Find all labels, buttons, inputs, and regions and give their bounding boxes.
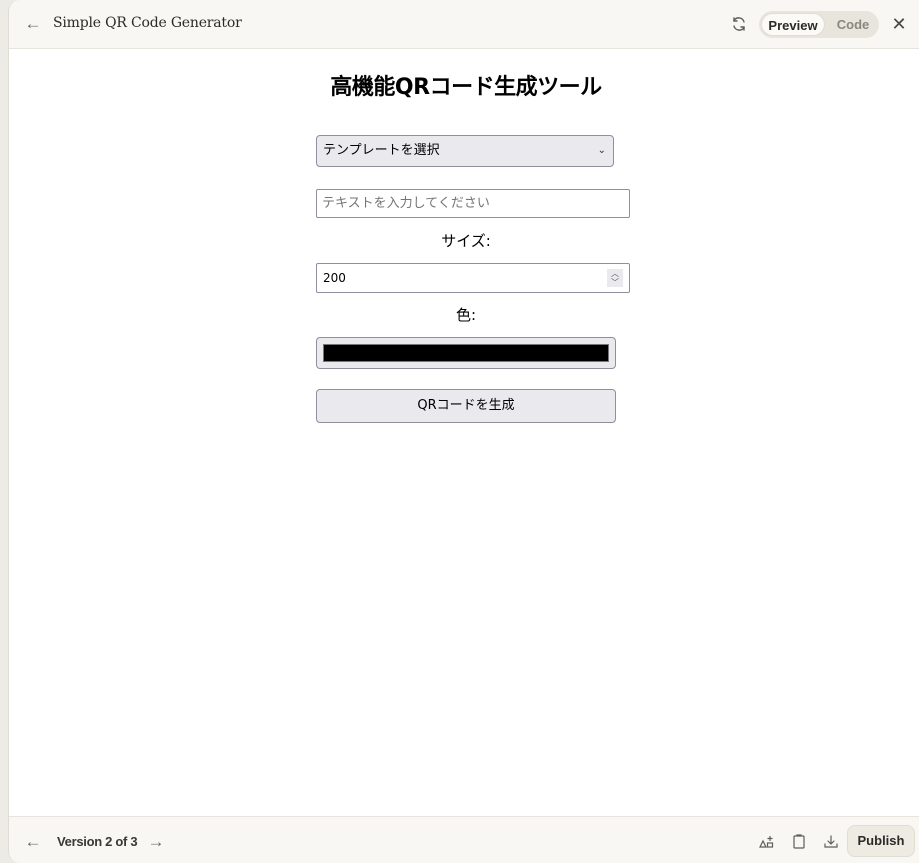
arrow-left-icon: ← (24, 832, 42, 851)
template-select-value: テンプレートを選択 (323, 143, 440, 158)
copy-button[interactable] (789, 832, 809, 852)
shapes-icon (759, 836, 774, 848)
publish-button[interactable]: Publish (847, 825, 915, 857)
arrow-right-icon: → (147, 832, 165, 851)
next-version-button[interactable]: → (146, 832, 166, 852)
text-input-placeholder: テキストを入力してください (322, 196, 490, 211)
number-spinner[interactable]: ︿ ﹀ (607, 269, 623, 287)
version-label: Version 2 of 3 (57, 834, 138, 849)
shapes-button[interactable] (757, 832, 777, 852)
text-input[interactable]: テキストを入力してください (316, 189, 630, 218)
chevron-down-icon[interactable]: ﹀ (607, 278, 623, 287)
arrow-left-icon: ← (24, 14, 42, 33)
generate-qr-button[interactable]: QRコードを生成 (316, 389, 616, 423)
clipboard-icon (793, 834, 805, 849)
view-toggle: Preview Code (759, 11, 879, 38)
template-select[interactable]: テンプレートを選択 ⌄ (316, 135, 614, 167)
tab-code[interactable]: Code (829, 13, 877, 36)
page-title: 高機能QRコード生成ツール (330, 75, 602, 100)
back-button[interactable]: ← (23, 14, 43, 34)
color-picker[interactable] (316, 337, 616, 369)
download-icon (824, 835, 838, 848)
close-icon: ✕ (891, 14, 907, 34)
previous-version-button[interactable]: ← (23, 832, 43, 852)
chevron-down-icon: ⌄ (597, 145, 606, 156)
size-label: サイズ: (441, 232, 491, 250)
download-button[interactable] (821, 832, 841, 852)
size-input[interactable]: 200 ︿ ﹀ (316, 263, 630, 293)
refresh-button[interactable] (729, 14, 749, 34)
artifact-panel: ← Simple QR Code Generator Preview Code … (8, 0, 919, 863)
size-input-value: 200 (323, 271, 346, 285)
bottom-bar: ← Version 2 of 3 → Publish (9, 816, 919, 863)
artifact-title: Simple QR Code Generator (53, 15, 242, 31)
tab-preview[interactable]: Preview (761, 13, 825, 36)
color-swatch (323, 344, 609, 362)
preview-area: 高機能QRコード生成ツール テンプレートを選択 ⌄ テキストを入力してください … (9, 49, 919, 816)
color-label: 色: (455, 306, 477, 324)
chevron-up-icon[interactable]: ︿ (607, 269, 623, 278)
top-bar: ← Simple QR Code Generator Preview Code … (9, 0, 919, 49)
refresh-icon (733, 17, 745, 31)
close-button[interactable]: ✕ (889, 13, 909, 35)
